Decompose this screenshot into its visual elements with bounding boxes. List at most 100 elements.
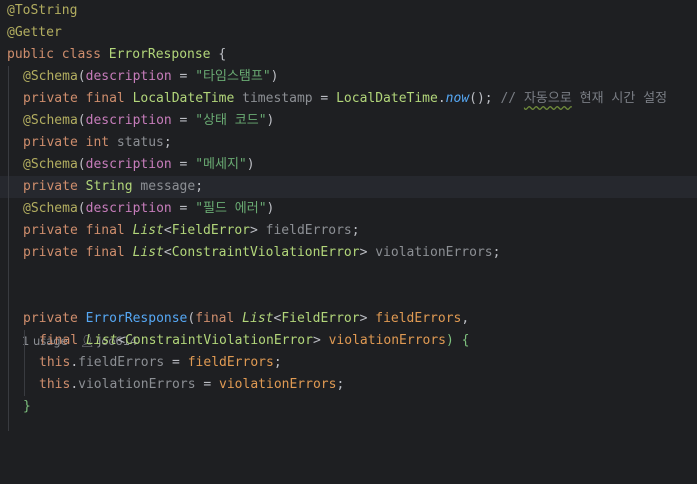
indent-guide — [24, 374, 25, 396]
dot: . — [70, 355, 79, 370]
code-line-3[interactable]: public class ErrorResponse { — [0, 44, 697, 66]
equals: = — [171, 69, 196, 84]
type-name: FieldError — [281, 311, 360, 326]
code-line-1[interactable]: @ToString — [0, 0, 697, 22]
angle-close: > — [359, 311, 368, 326]
code-line-2[interactable]: @Getter — [0, 22, 697, 44]
angle-open: < — [163, 223, 172, 238]
indent-guide — [8, 220, 9, 242]
keyword-final: final — [39, 333, 79, 348]
close-brace: } — [23, 399, 31, 414]
angle-close: > — [250, 223, 258, 238]
code-line-14[interactable]: final List<ConstraintViolationError> vio… — [0, 330, 697, 352]
parameter-name: violationErrors — [219, 377, 337, 392]
class-name: ErrorResponse — [108, 47, 211, 62]
indent-guide — [8, 264, 9, 286]
code-line-4[interactable]: @Schema(description = "타임스탬프") — [0, 66, 697, 88]
class-ref: LocalDateTime — [336, 91, 438, 106]
keyword-public-class: public class — [7, 47, 101, 62]
code-line-8[interactable]: @Schema(description = "메세지") — [0, 154, 697, 176]
comma: , — [461, 311, 470, 326]
code-line-10[interactable]: @Schema(description = "필드 에러") — [0, 198, 697, 220]
type-name: FieldError — [171, 223, 250, 238]
type-name: ConstraintViolationError — [171, 245, 360, 260]
indent-guide — [8, 352, 9, 374]
comment-text: 현재 시간 설정 — [571, 91, 668, 106]
parameter-name: violationErrors — [328, 333, 447, 348]
blank-line[interactable] — [0, 418, 697, 431]
equals: = — [164, 355, 188, 370]
code-line-5[interactable]: private final LocalDateTime timestamp = … — [0, 88, 697, 110]
paren: ) — [266, 201, 275, 216]
paren: ) — [266, 113, 275, 128]
indent-guide — [24, 330, 25, 352]
attribute-name: description — [85, 113, 172, 128]
attribute-name: description — [85, 201, 172, 216]
indent-guide — [8, 198, 9, 220]
field-name: violationErrors — [78, 377, 196, 392]
keyword-this: this — [39, 355, 71, 370]
semicolon: ; — [351, 223, 360, 238]
static-method: now — [445, 91, 470, 106]
type-name: LocalDateTime — [132, 91, 235, 106]
indent-guide — [8, 110, 9, 132]
angle-open: < — [117, 333, 126, 348]
field-name: status — [116, 135, 164, 150]
equals: = — [171, 201, 196, 216]
semicolon: ; — [336, 377, 345, 392]
blank-line[interactable] — [0, 264, 697, 286]
parameter-name: fieldErrors — [187, 355, 274, 370]
dot: . — [70, 377, 79, 392]
indent-guide — [8, 308, 9, 330]
indent-guide — [8, 176, 9, 198]
equals: = — [312, 91, 337, 106]
keyword-this: this — [39, 377, 71, 392]
string-literal: "타임스탬프" — [195, 69, 271, 84]
annotation-tostring: @ToString — [7, 3, 78, 18]
type-name: String — [85, 179, 133, 194]
close-paren-brace: ) { — [446, 333, 470, 348]
interface-name: List — [85, 333, 118, 348]
open-brace: { — [210, 47, 227, 62]
constructor-name: ErrorResponse — [85, 311, 188, 326]
indent-guide — [8, 418, 9, 431]
field-name: message — [140, 179, 196, 194]
semicolon: ; — [195, 179, 204, 194]
paren: ( — [77, 201, 86, 216]
code-editor[interactable]: @ToString @Getter public class ErrorResp… — [0, 0, 697, 431]
comment-prefix: // — [492, 91, 524, 106]
semicolon: ; — [273, 355, 282, 370]
indent-guide — [8, 66, 9, 88]
call-parens: (); — [469, 91, 493, 106]
comment-typo-word: 자동으로 — [523, 91, 572, 106]
code-line-13[interactable]: private ErrorResponse(final List<FieldEr… — [0, 308, 697, 330]
code-line-9-current[interactable]: private String message; — [0, 176, 697, 198]
attribute-name: description — [85, 69, 172, 84]
string-literal: "필드 에러" — [195, 201, 267, 216]
angle-open: < — [163, 245, 172, 260]
keyword-private-final: private final — [23, 91, 125, 106]
indent-guide — [8, 242, 9, 264]
code-line-17[interactable]: } — [0, 396, 697, 418]
indent-guide — [8, 396, 9, 418]
keyword-private: private — [23, 179, 78, 194]
paren: ( — [77, 69, 86, 84]
code-line-16[interactable]: this.violationErrors = violationErrors; — [0, 374, 697, 396]
annotation-schema: @Schema — [23, 69, 78, 84]
string-literal: "상태 코드" — [195, 113, 267, 128]
attribute-name: description — [85, 157, 172, 172]
code-line-12[interactable]: private final List<ConstraintViolationEr… — [0, 242, 697, 264]
equals: = — [195, 377, 220, 392]
code-line-6[interactable]: @Schema(description = "상태 코드") — [0, 110, 697, 132]
annotation-schema: @Schema — [23, 201, 78, 216]
paren: ( — [77, 113, 86, 128]
semicolon: ; — [163, 135, 172, 150]
code-line-7[interactable]: private int status; — [0, 132, 697, 154]
equals: = — [171, 113, 196, 128]
code-line-15[interactable]: this.fieldErrors = fieldErrors; — [0, 352, 697, 374]
field-name: violationErrors — [375, 245, 493, 260]
interface-name: List — [132, 245, 164, 260]
code-line-11[interactable]: private final List<FieldError> fieldErro… — [0, 220, 697, 242]
indent-guide — [8, 88, 9, 110]
indent-guide — [24, 352, 25, 374]
